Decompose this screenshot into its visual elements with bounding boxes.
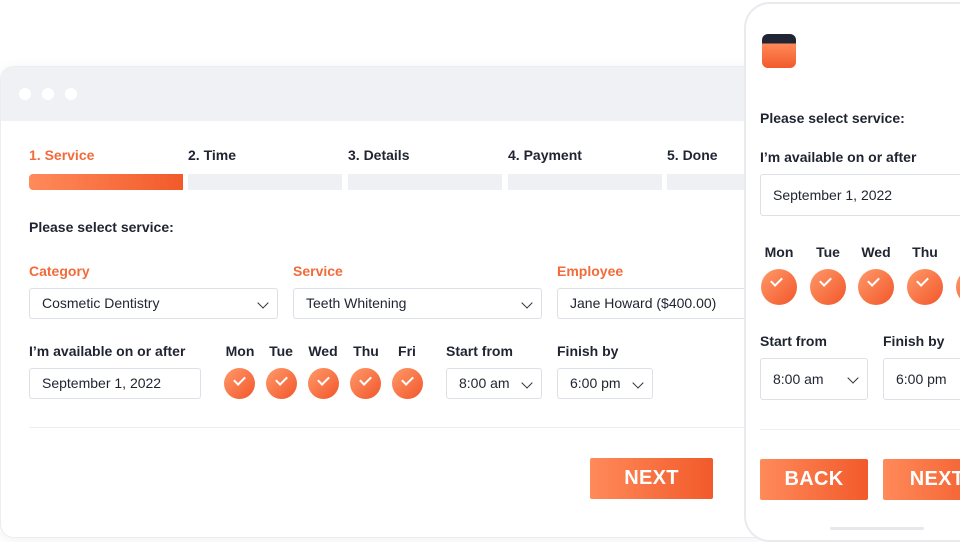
date-value: September 1, 2022 — [42, 375, 162, 391]
mobile-start-from-label: Start from — [760, 333, 827, 349]
mobile-back-button[interactable]: BACK — [760, 459, 868, 500]
window-close-dot[interactable] — [19, 88, 31, 100]
mobile-next-button[interactable]: NEXT — [883, 459, 960, 500]
start-from-label: Start from — [446, 343, 513, 359]
step-done[interactable]: 5. Done — [667, 147, 718, 163]
mobile-finish-time-value: 6:00 pm — [896, 371, 947, 387]
page-title: Please select service: — [29, 219, 174, 235]
day-checkbox-wed[interactable] — [308, 368, 339, 399]
day-label-tue: Tue — [269, 343, 293, 359]
day-checkbox-thu[interactable] — [350, 368, 381, 399]
mobile-day-checkbox-fri[interactable] — [956, 269, 960, 305]
day-checkbox-mon[interactable] — [224, 368, 255, 399]
chevron-down-icon — [521, 297, 533, 309]
chevron-down-icon — [521, 377, 533, 389]
finish-time-value: 6:00 pm — [570, 375, 621, 391]
mobile-day-label-thu: Thu — [912, 244, 938, 260]
mobile-device-frame: Please select service: I’m available on … — [744, 2, 960, 542]
mobile-date-value: September 1, 2022 — [773, 187, 893, 203]
chevron-down-icon — [847, 372, 859, 384]
step-progress-time — [188, 174, 342, 190]
mobile-day-label-mon: Mon — [764, 244, 794, 260]
mobile-day-label-tue: Tue — [816, 244, 840, 260]
mobile-page-title: Please select service: — [760, 110, 905, 126]
booking-browser-window: 1. Service 2. Time 3. Details 4. Payment… — [0, 66, 772, 538]
mobile-day-checkbox-mon[interactable] — [761, 269, 797, 305]
mobile-finish-by-label: Finish by — [883, 333, 945, 349]
chevron-down-icon — [257, 297, 269, 309]
day-label-wed: Wed — [308, 343, 338, 359]
step-progress-service — [29, 174, 183, 190]
finish-by-label: Finish by — [557, 343, 619, 359]
available-label: I’m available on or after — [29, 343, 186, 359]
next-button[interactable]: NEXT — [590, 458, 713, 499]
employee-value: Jane Howard ($400.00) — [570, 295, 717, 311]
employee-label: Employee — [557, 263, 624, 279]
employee-select[interactable]: Jane Howard ($400.00) — [557, 288, 771, 319]
step-progress-payment — [508, 174, 662, 190]
service-label: Service — [293, 263, 343, 279]
day-label-thu: Thu — [353, 343, 379, 359]
category-value: Cosmetic Dentistry — [42, 295, 160, 311]
mobile-available-label: I’m available on or after — [760, 149, 917, 165]
window-minimize-dot[interactable] — [42, 88, 54, 100]
service-value: Teeth Whitening — [306, 295, 407, 311]
step-details[interactable]: 3. Details — [348, 147, 409, 163]
form-divider — [29, 427, 771, 428]
step-progress-details — [348, 174, 502, 190]
service-select[interactable]: Teeth Whitening — [293, 288, 542, 319]
home-indicator — [830, 527, 924, 530]
step-time[interactable]: 2. Time — [188, 147, 236, 163]
mobile-day-checkbox-tue[interactable] — [810, 269, 846, 305]
day-checkbox-tue[interactable] — [266, 368, 297, 399]
finish-time-select[interactable]: 6:00 pm — [557, 368, 653, 399]
start-time-select[interactable]: 8:00 am — [446, 368, 542, 399]
window-maximize-dot[interactable] — [65, 88, 77, 100]
start-time-value: 8:00 am — [459, 375, 510, 391]
mobile-start-time-select[interactable]: 8:00 am — [760, 358, 868, 400]
chevron-down-icon — [632, 377, 644, 389]
day-label-fri: Fri — [398, 343, 416, 359]
day-label-mon: Mon — [225, 343, 255, 359]
category-select[interactable]: Cosmetic Dentistry — [29, 288, 278, 319]
mobile-day-checkbox-thu[interactable] — [907, 269, 943, 305]
mobile-form-divider — [760, 429, 960, 430]
day-checkbox-fri[interactable] — [392, 368, 423, 399]
app-logo-icon — [762, 34, 796, 68]
step-payment[interactable]: 4. Payment — [508, 147, 582, 163]
step-service[interactable]: 1. Service — [29, 147, 94, 163]
mobile-date-input[interactable]: September 1, 2022 — [760, 174, 960, 216]
mobile-day-label-wed: Wed — [861, 244, 891, 260]
browser-title-bar — [1, 67, 771, 121]
category-label: Category — [29, 263, 90, 279]
mobile-finish-time-select[interactable]: 6:00 pm — [883, 358, 960, 400]
date-input[interactable]: September 1, 2022 — [29, 368, 201, 399]
mobile-start-time-value: 8:00 am — [773, 371, 824, 387]
mobile-day-checkbox-wed[interactable] — [858, 269, 894, 305]
